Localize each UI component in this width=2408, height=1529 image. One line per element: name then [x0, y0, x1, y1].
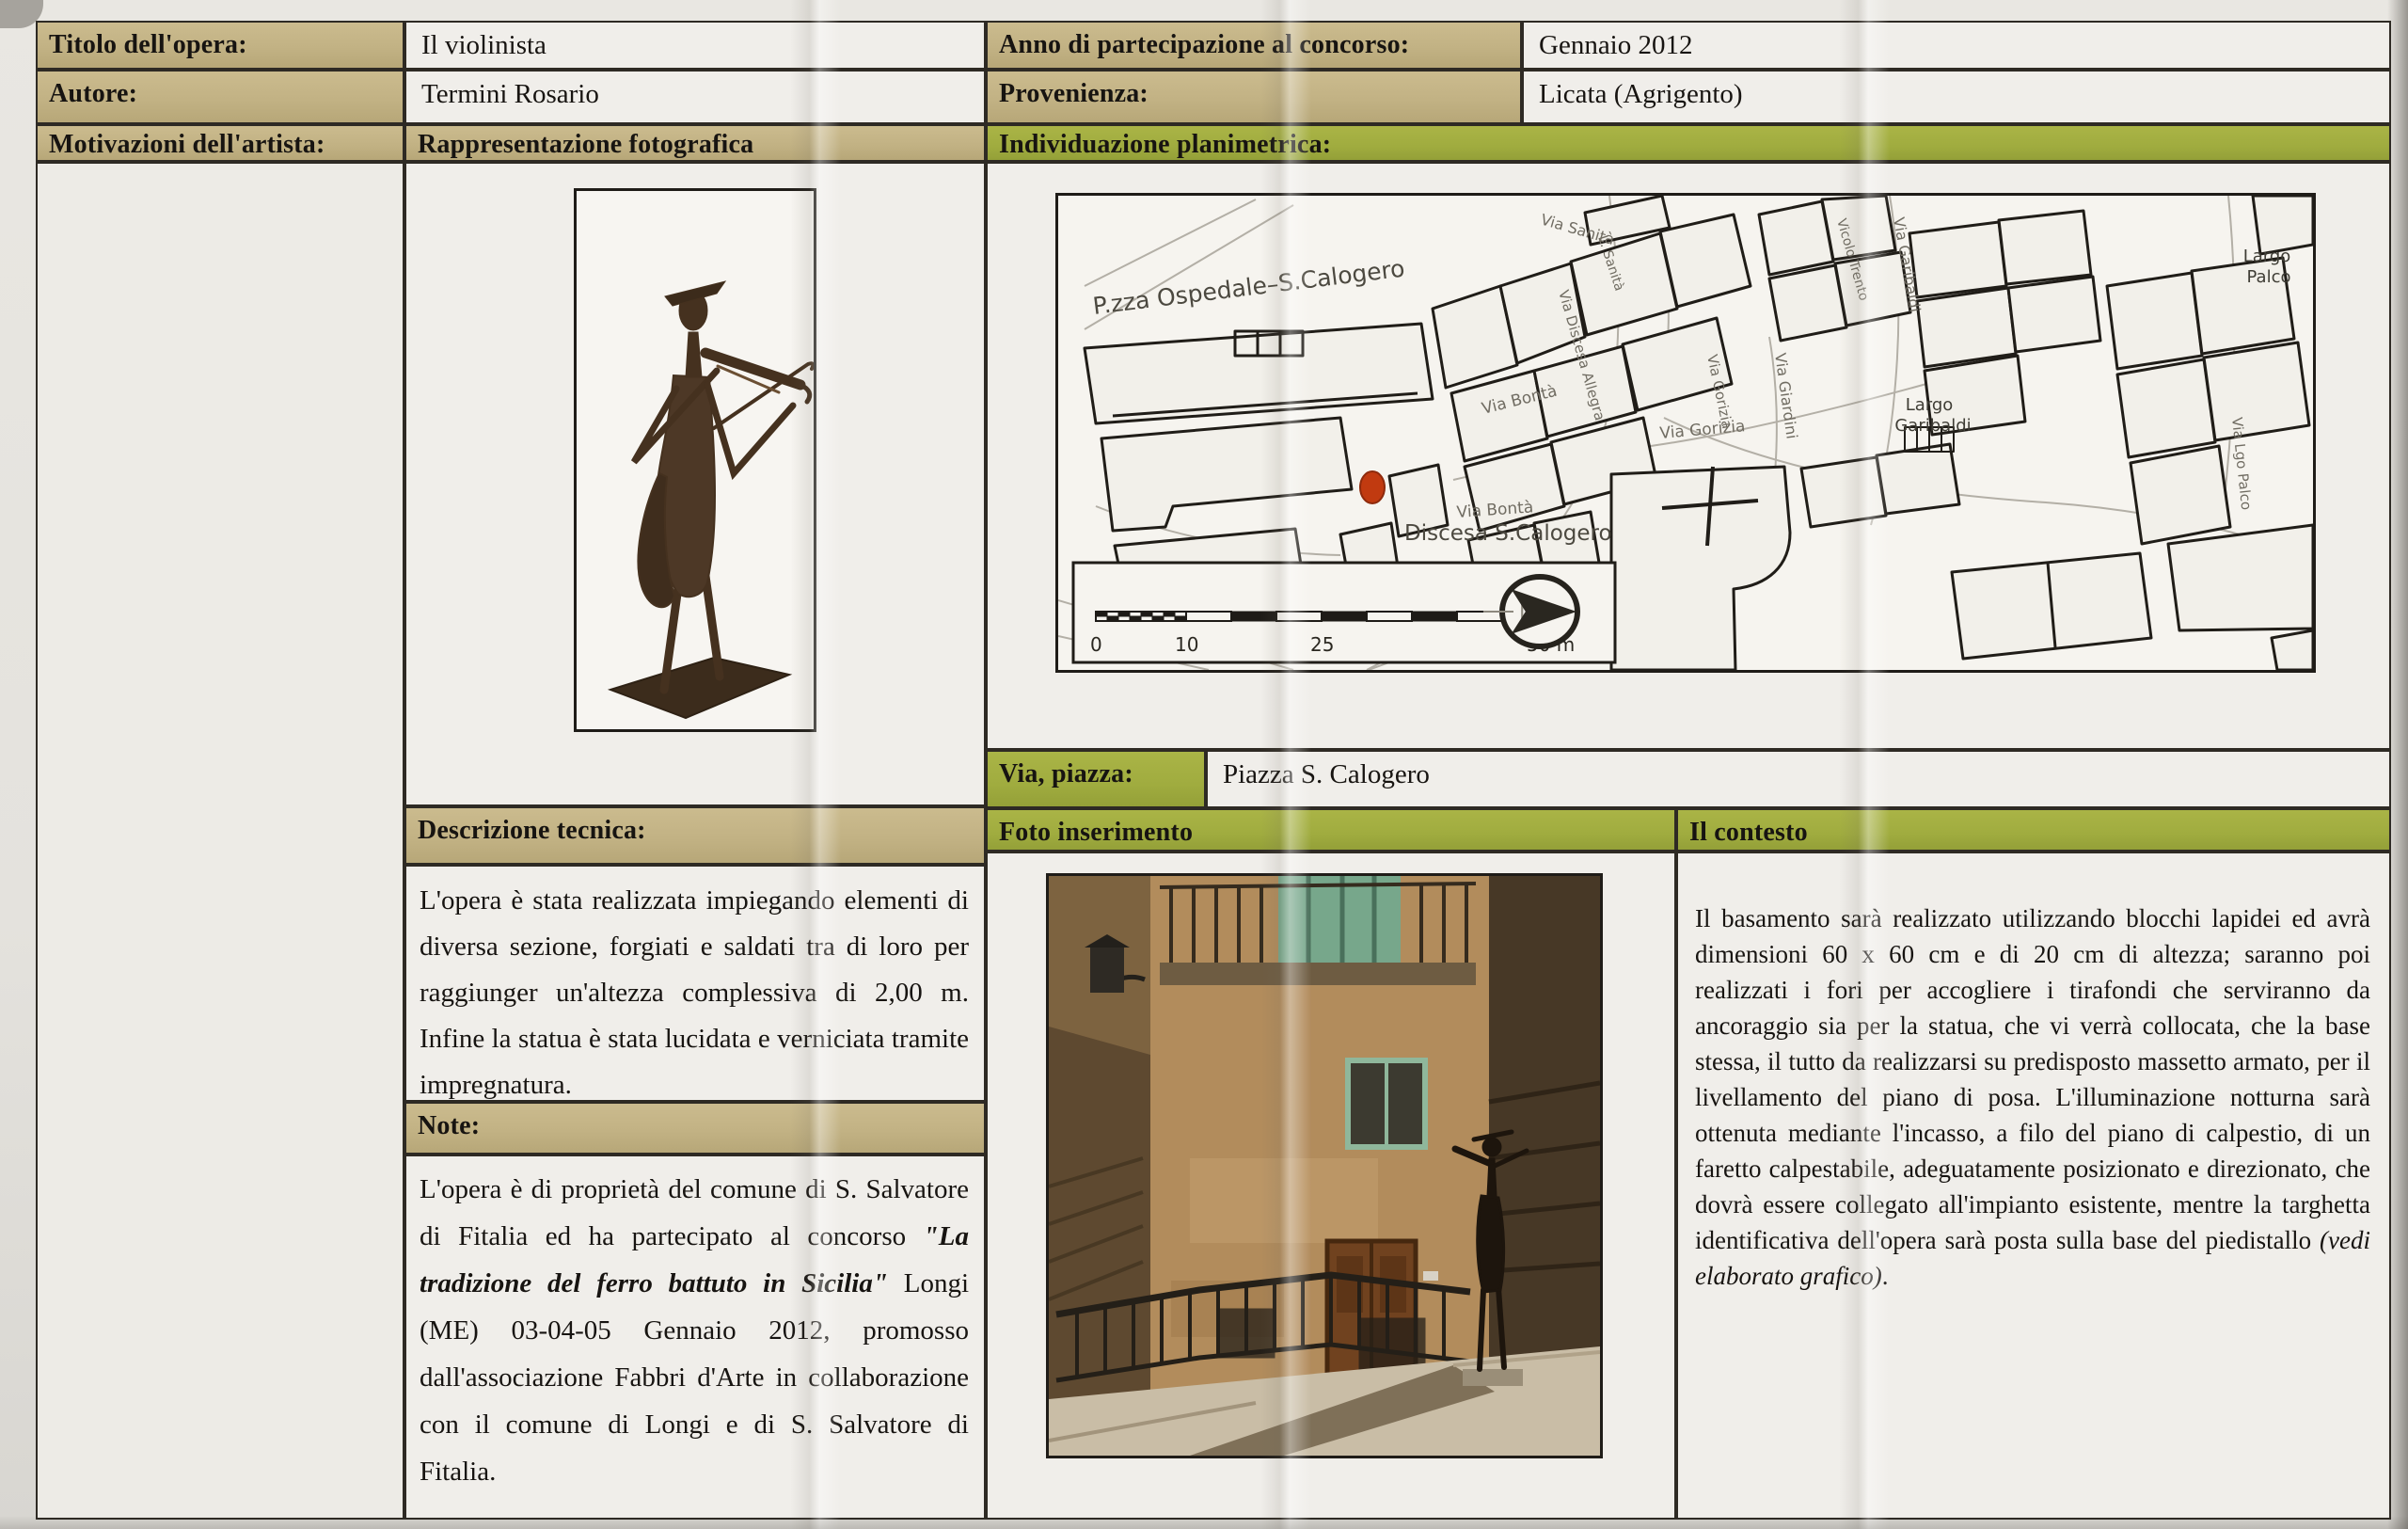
- provenienza-label: Provenienza:: [988, 72, 1520, 117]
- titolo-value-cell: Il violinista: [404, 21, 986, 70]
- individuazione-header-cell: Individuazione planimetrica:: [986, 124, 2391, 162]
- map-label-largo-garibaldi-1: Largo: [1906, 395, 1954, 415]
- via-piazza-label: Via, piazza:: [988, 752, 1204, 797]
- via-piazza-label-cell: Via, piazza:: [986, 750, 1206, 808]
- scanned-form-sheet: Titolo dell'opera: Il violinista Anno di…: [0, 0, 2408, 1529]
- provenienza-label-cell: Provenienza:: [986, 70, 1522, 124]
- rappresentazione-header-cell: Rappresentazione fotografica: [404, 124, 986, 162]
- contesto-text-cell: Il basamento sarà realizzato utilizzando…: [1676, 852, 2391, 1520]
- contesto-header-cell: Il contesto: [1676, 808, 2391, 852]
- map-scale-box: 0 10 25 50 m N: [1073, 563, 1615, 662]
- autore-label-cell: Autore:: [36, 70, 404, 124]
- titolo-value: Il violinista: [406, 23, 984, 69]
- via-piazza-value-cell: Piazza S. Calogero: [1206, 750, 2391, 808]
- foto-header: Foto inserimento: [988, 810, 1674, 855]
- map-frame: P.zza Ospedale–S.Calogero Discesa S.Calo…: [1055, 193, 2316, 673]
- street-scene: [1049, 876, 1600, 1456]
- note-text-cell: L'opera è di proprietà del comune di S. …: [404, 1155, 986, 1520]
- map-label-largo-garibaldi-2: Garibaldi: [1894, 416, 1971, 436]
- note-text-after: Longi (ME) 03-04-05 Gennaio 2012, promos…: [420, 1268, 969, 1487]
- anno-label-cell: Anno di partecipazione al concorso:: [986, 21, 1522, 70]
- statue-illustration: [577, 191, 814, 729]
- statue-photo-frame: [574, 188, 816, 732]
- descrizione-header-cell: Descrizione tecnica:: [404, 806, 986, 865]
- context-photo: [1049, 876, 1600, 1456]
- provenienza-value: Licata (Agrigento): [1524, 72, 2389, 118]
- scale-tick-25: 25: [1310, 633, 1334, 656]
- via-piazza-value: Piazza S. Calogero: [1208, 752, 2389, 798]
- titolo-label: Titolo dell'opera:: [38, 23, 403, 68]
- contesto-text: Il basamento sarà realizzato utilizzando…: [1678, 853, 2389, 1294]
- motivazioni-empty-cell: [36, 162, 404, 1520]
- location-marker: [1360, 471, 1385, 503]
- anno-value-cell: Gennaio 2012: [1522, 21, 2391, 70]
- descrizione-header: Descrizione tecnica:: [406, 808, 984, 853]
- anno-value: Gennaio 2012: [1524, 23, 2389, 69]
- scale-tick-10: 10: [1175, 633, 1198, 656]
- contesto-text-main: Il basamento sarà realizzato utilizzando…: [1695, 904, 2370, 1254]
- scale-tick-0: 0: [1090, 633, 1102, 656]
- provenienza-value-cell: Licata (Agrigento): [1522, 70, 2391, 124]
- descrizione-text: L'opera è stata realizzata impiegando el…: [406, 867, 984, 1108]
- descrizione-text-cell: L'opera è stata realizzata impiegando el…: [404, 865, 986, 1102]
- map-label-largo-palco-1: Largo: [2243, 247, 2291, 266]
- map-label-largo-palco-2: Palco: [2247, 267, 2291, 287]
- motivazioni-label-cell: Motivazioni dell'artista:: [36, 124, 404, 162]
- map-label-discesa-scalogero: Discesa S.Calogero: [1404, 521, 1612, 546]
- foto-header-cell: Foto inserimento: [986, 808, 1676, 852]
- context-photo-frame: [1046, 873, 1603, 1458]
- note-header-cell: Note:: [404, 1102, 986, 1155]
- note-text: L'opera è di proprietà del comune di S. …: [406, 1156, 984, 1495]
- titolo-label-cell: Titolo dell'opera:: [36, 21, 404, 70]
- note-text-before: L'opera è di proprietà del comune di S. …: [420, 1174, 969, 1251]
- contesto-text-end: .: [1882, 1262, 1889, 1290]
- autore-label: Autore:: [38, 72, 403, 117]
- anno-label: Anno di partecipazione al concorso:: [988, 23, 1520, 68]
- note-header: Note:: [406, 1104, 984, 1149]
- autore-value-cell: Termini Rosario: [404, 70, 986, 124]
- site-map: P.zza Ospedale–S.Calogero Discesa S.Calo…: [1058, 196, 2313, 670]
- autore-value: Termini Rosario: [406, 72, 984, 118]
- contesto-header: Il contesto: [1678, 810, 2389, 855]
